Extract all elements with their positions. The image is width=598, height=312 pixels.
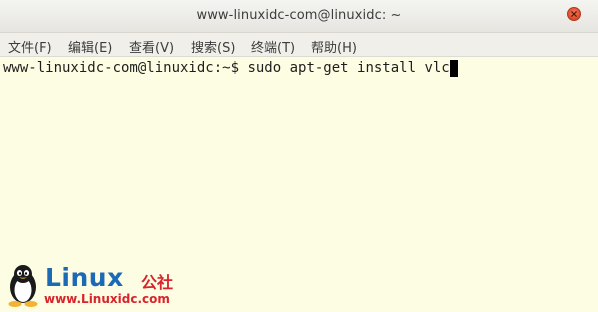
- command-line: www-linuxidc-com@linuxidc:~$ sudo apt-ge…: [3, 60, 458, 77]
- brand-url: www.Linuxidc.com: [44, 292, 170, 306]
- menu-terminal[interactable]: 终端(T): [251, 37, 295, 56]
- menu-edit[interactable]: 编辑(E): [68, 37, 112, 56]
- typed-command: sudo apt-get install vlc: [247, 60, 450, 76]
- menu-bar: 文件(F) 编辑(E) 查看(V) 搜索(S) 终端(T) 帮助(H): [0, 33, 598, 57]
- menu-help[interactable]: 帮助(H): [311, 37, 357, 56]
- shell-prompt: www-linuxidc-com@linuxidc:~$: [3, 60, 248, 76]
- site-watermark: Linux 公社 www.Linuxidc.com: [4, 263, 204, 308]
- menu-view[interactable]: 查看(V): [129, 37, 174, 56]
- brand-logo-text: Linux: [45, 263, 124, 292]
- close-button[interactable]: [567, 7, 581, 21]
- menu-file[interactable]: 文件(F): [8, 37, 52, 56]
- terminal-window: www-linuxidc-com@linuxidc: ~ 文件(F) 编辑(E)…: [0, 0, 598, 312]
- brand-logo-cn: 公社: [141, 273, 174, 292]
- menu-search[interactable]: 搜索(S): [191, 37, 235, 56]
- text-cursor: [449, 60, 458, 77]
- penguin-icon: [8, 265, 38, 307]
- window-title: www-linuxidc-com@linuxidc: ~: [196, 8, 402, 23]
- title-bar[interactable]: www-linuxidc-com@linuxidc: ~: [0, 0, 598, 33]
- close-icon: [571, 11, 577, 17]
